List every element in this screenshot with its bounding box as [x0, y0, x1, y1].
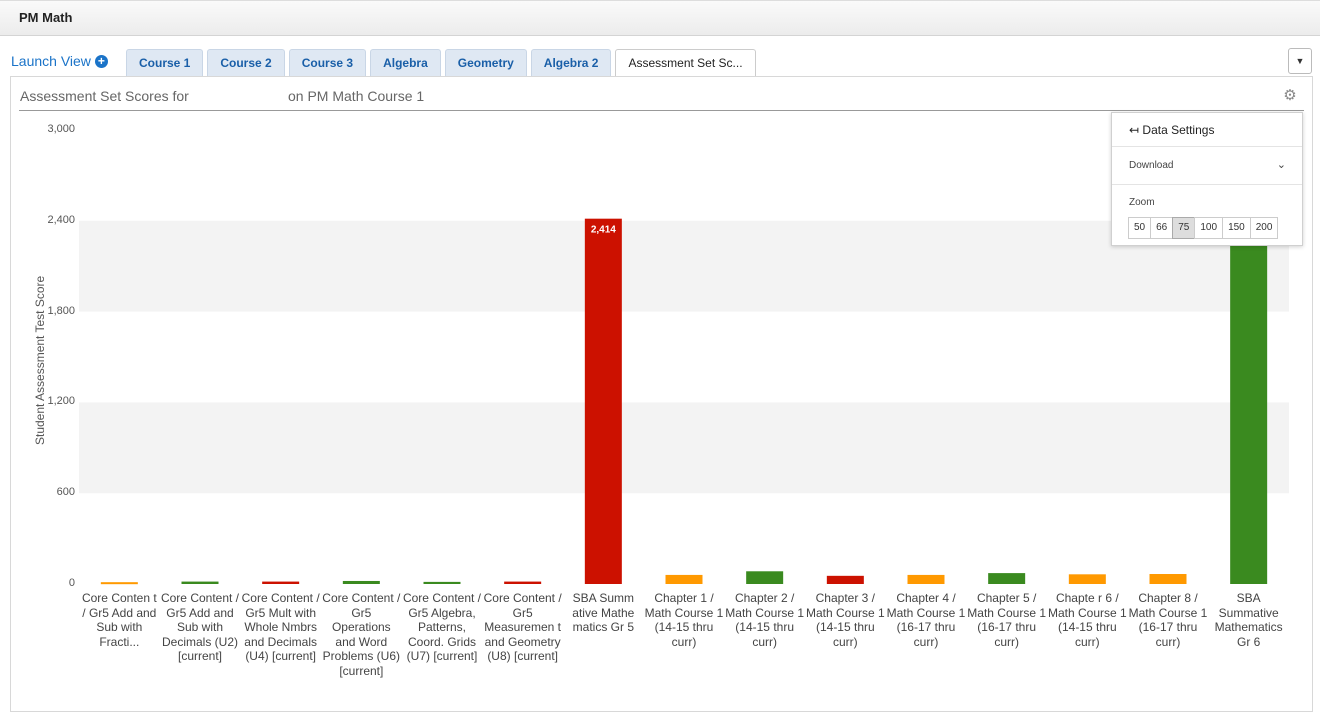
download-label: Download — [1129, 160, 1174, 171]
y-axis-label: Student Assessment Test Score — [33, 275, 47, 445]
y-tick-label: 1,200 — [47, 395, 75, 408]
zoom-option-100[interactable]: 100 — [1194, 217, 1224, 239]
y-tick-label: 3,000 — [47, 123, 75, 135]
download-dropdown[interactable]: Download ⌄ — [1112, 147, 1302, 185]
chart-bar[interactable] — [423, 581, 461, 584]
chart-bar[interactable] — [665, 574, 703, 584]
x-tick-label: Chapte r 6 / Math Course 1 (14-15 thru c… — [1047, 591, 1127, 649]
x-tick-label: Chapter 2 / Math Course 1 (14-15 thru cu… — [725, 591, 804, 649]
chart-bar[interactable] — [907, 574, 945, 584]
grid-band — [79, 220, 1289, 312]
x-tick-label: SBA Summ ative Mathe matics Gr 5 — [572, 591, 635, 634]
chevron-down-icon: ⌄ — [1276, 159, 1286, 171]
y-tick-label: 1,800 — [47, 304, 75, 317]
y-tick-label: 0 — [68, 577, 75, 589]
data-settings-label: Data Settings — [1142, 123, 1215, 137]
data-settings-popup: ↤ Data Settings Download ⌄ Zoom 50 66 75 10… — [1111, 112, 1303, 246]
x-tick-label: Core Content / Gr5 Add and Sub with Deci… — [160, 591, 240, 663]
grid-band — [79, 402, 1289, 494]
chart-bar[interactable] — [1230, 222, 1268, 584]
bar-data-label: 2,414 — [591, 225, 616, 236]
zoom-option-50[interactable]: 50 — [1128, 217, 1152, 239]
back-arrow-icon: ↤ — [1129, 123, 1140, 137]
y-tick-label: 600 — [56, 486, 75, 499]
x-tick-label: Core Conten t / Gr5 Add and Sub with Fra… — [81, 591, 157, 649]
x-tick-label: Chapter 8 / Math Course 1 (16-17 thru cu… — [1128, 591, 1208, 649]
chart-bar[interactable] — [584, 218, 622, 584]
zoom-option-150[interactable]: 150 — [1222, 217, 1251, 239]
zoom-label: Zoom — [1129, 197, 1155, 208]
chart-bar[interactable] — [262, 581, 300, 584]
y-tick-label: 2,400 — [47, 213, 75, 226]
zoom-option-200[interactable]: 200 — [1249, 217, 1279, 239]
zoom-options: 50 66 75 100 150 200 — [1128, 217, 1279, 239]
x-tick-label: SBA Summative Mathematics Gr 6 — [1214, 591, 1283, 649]
x-tick-label: Core Content / Gr5 Measuremen t and Geom… — [483, 591, 562, 663]
x-tick-label: Core Content / Gr5 Mult with Whole Nmbrs… — [241, 591, 320, 663]
x-tick-label: Chapter 5 / Math Course 1 (16-17 thru cu… — [967, 591, 1046, 649]
chart-bar[interactable] — [504, 581, 542, 584]
chart-bar[interactable] — [1149, 574, 1187, 584]
x-tick-label: Chapter 4 / Math Course 1 (16-17 thru cu… — [886, 591, 966, 649]
x-tick-label: Chapter 1 / Math Course 1 (14-15 thru cu… — [644, 591, 724, 649]
chart-bar[interactable] — [826, 575, 864, 584]
zoom-option-66[interactable]: 66 — [1150, 217, 1174, 239]
x-tick-label: Core Content / Gr5 Operations and Word P… — [322, 591, 401, 678]
chart-bar[interactable] — [746, 571, 784, 584]
zoom-option-75[interactable]: 75 — [1172, 217, 1196, 239]
chart-bar[interactable] — [342, 580, 380, 584]
x-tick-label: Core Content / Gr5 Algebra, Patterns, Co… — [402, 591, 482, 663]
data-settings-back[interactable]: ↤ Data Settings — [1112, 113, 1302, 147]
chart-bar[interactable] — [988, 573, 1026, 584]
chart-bar[interactable] — [100, 582, 138, 585]
chart-bar[interactable] — [181, 581, 219, 584]
chart-bar[interactable] — [1068, 574, 1106, 584]
x-tick-label: Chapter 3 / Math Course 1 (14-15 thru cu… — [805, 591, 885, 649]
